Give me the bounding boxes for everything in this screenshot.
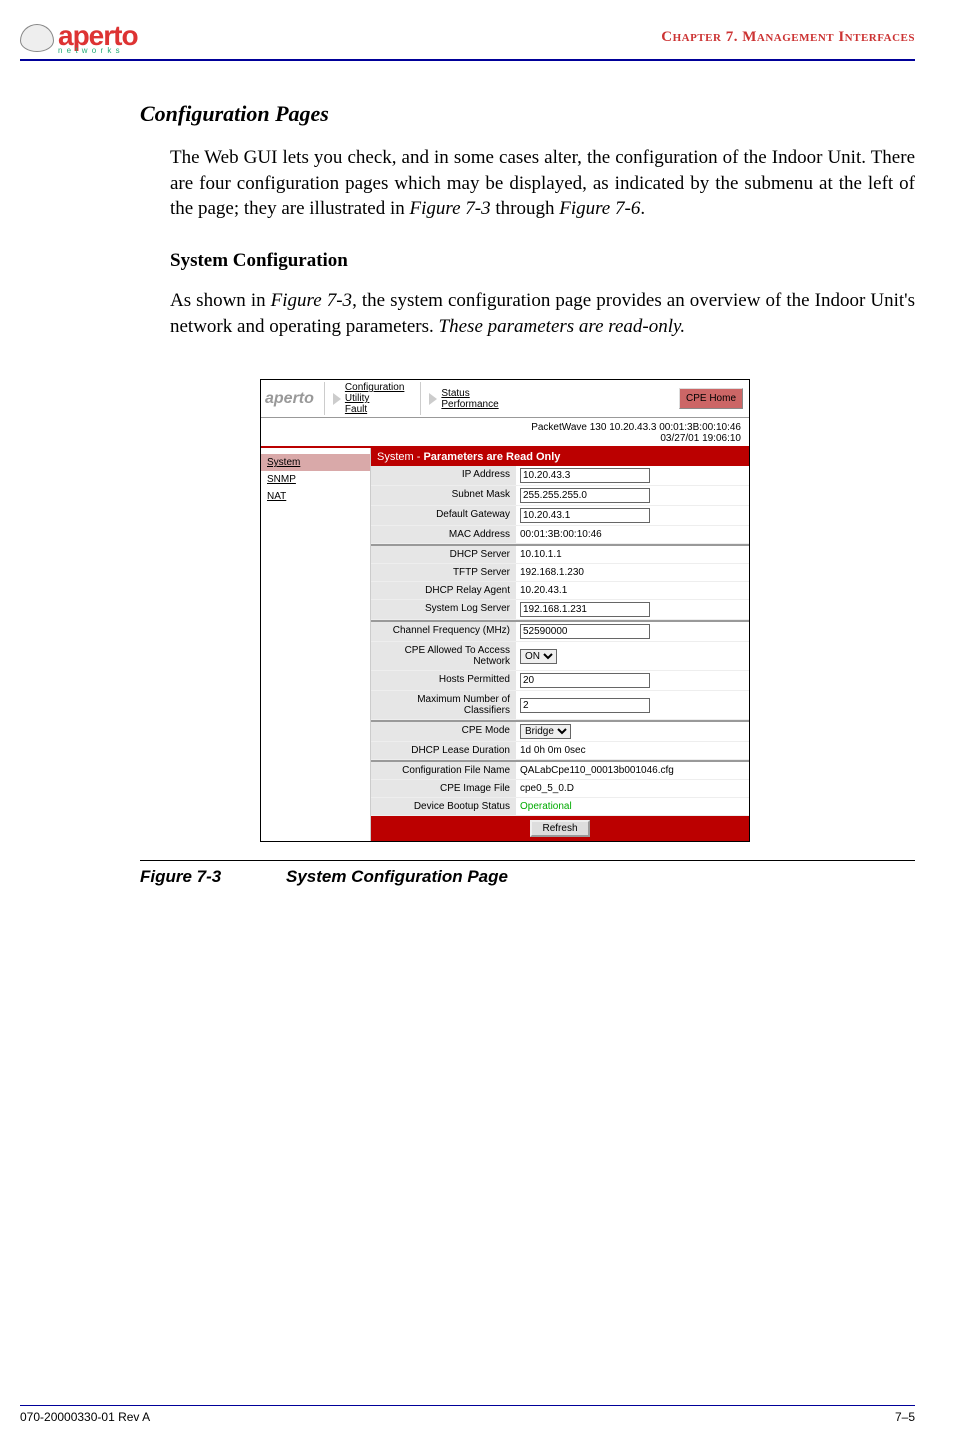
device-status-line: PacketWave 130 10.20.43.3 00:01:3B:00:10… — [261, 418, 749, 448]
subsection-title: System Configuration — [170, 250, 915, 272]
label-cpe-mode: CPE Mode — [371, 722, 516, 741]
intro-paragraph: The Web GUI lets you check, and in some … — [170, 145, 915, 222]
header-rule — [20, 59, 915, 61]
label-channel-freq: Channel Frequency (MHz) — [371, 622, 516, 641]
label-dhcp-relay: DHCP Relay Agent — [371, 582, 516, 599]
figure-ref-7-6: Figure 7-6 — [559, 198, 640, 219]
label-subnet-mask: Subnet Mask — [371, 486, 516, 505]
subnet-mask-field[interactable] — [520, 488, 650, 503]
max-classifiers-field[interactable] — [520, 698, 650, 713]
footer-docid: 070-20000330-01 Rev A — [20, 1410, 150, 1424]
channel-freq-field[interactable] — [520, 624, 650, 639]
dhcp-lease-value: 1d 0h 0m 0sec — [516, 742, 749, 759]
cpe-mode-select[interactable]: Bridge — [520, 724, 571, 739]
sidebar-item-snmp[interactable]: SNMP — [261, 471, 370, 488]
footer-pagenum: 7–5 — [895, 1410, 915, 1424]
label-hosts-permitted: Hosts Permitted — [371, 671, 516, 690]
figure-ref-7-3-b: Figure 7-3 — [271, 290, 352, 311]
mac-address-value: 00:01:3B:00:10:46 — [516, 526, 749, 543]
globe-icon — [20, 24, 54, 52]
tab-status[interactable]: Status — [439, 388, 500, 399]
bootup-status-value: Operational — [516, 798, 749, 815]
label-syslog-server: System Log Server — [371, 600, 516, 619]
default-gateway-field[interactable] — [520, 508, 650, 523]
tab-performance[interactable]: Performance — [439, 399, 500, 410]
figure-ref-7-3: Figure 7-3 — [410, 198, 491, 219]
panel-title: System - Parameters are Read Only — [371, 448, 749, 466]
chapter-header: Chapter 7. Management Interfaces — [661, 29, 915, 46]
ip-address-field[interactable] — [520, 468, 650, 483]
hosts-permitted-field[interactable] — [520, 673, 650, 688]
label-dhcp-server: DHCP Server — [371, 546, 516, 563]
label-mac-address: MAC Address — [371, 526, 516, 543]
label-config-file: Configuration File Name — [371, 762, 516, 779]
label-cpe-access: CPE Allowed To Access Network — [371, 642, 516, 670]
chevron-right-icon — [333, 393, 341, 405]
label-cpe-image: CPE Image File — [371, 780, 516, 797]
sidebar-item-nat[interactable]: NAT — [261, 488, 370, 505]
figure-caption: Figure 7-3 System Configuration Page — [140, 867, 915, 887]
subsection-paragraph: As shown in Figure 7-3, the system confi… — [170, 288, 915, 339]
tab-configuration[interactable]: Configuration — [343, 382, 406, 393]
section-title: Configuration Pages — [140, 101, 915, 127]
cpe-home-button[interactable]: CPE Home — [679, 388, 743, 409]
label-tftp-server: TFTP Server — [371, 564, 516, 581]
label-bootup-status: Device Bootup Status — [371, 798, 516, 815]
dhcp-relay-value: 10.20.43.1 — [516, 582, 749, 599]
brand-logo: aperto n e t w o r k s — [20, 20, 138, 55]
sidebar: System SNMP NAT — [261, 448, 371, 841]
cpe-image-value: cpe0_5_0.D — [516, 780, 749, 797]
tftp-server-value: 192.168.1.230 — [516, 564, 749, 581]
dhcp-server-value: 10.10.1.1 — [516, 546, 749, 563]
label-default-gateway: Default Gateway — [371, 506, 516, 525]
figure-rule — [140, 860, 915, 861]
tab-utility[interactable]: Utility — [343, 393, 406, 404]
chevron-right-icon — [429, 393, 437, 405]
cpe-access-select[interactable]: ON — [520, 649, 557, 664]
syslog-server-field[interactable] — [520, 602, 650, 617]
tab-fault[interactable]: Fault — [343, 404, 406, 415]
label-dhcp-lease: DHCP Lease Duration — [371, 742, 516, 759]
refresh-button[interactable]: Refresh — [530, 820, 589, 837]
config-file-value: QALabCpe110_00013b001046.cfg — [516, 762, 749, 779]
readonly-note: These parameters are read-only. — [439, 316, 686, 337]
label-max-classifiers: Maximum Number of Classifiers — [371, 691, 516, 719]
sidebar-item-system[interactable]: System — [261, 454, 370, 471]
system-config-screenshot: aperto Configuration Utility Fault Statu… — [260, 379, 750, 842]
gui-logo: aperto — [263, 382, 316, 415]
label-ip-address: IP Address — [371, 466, 516, 485]
